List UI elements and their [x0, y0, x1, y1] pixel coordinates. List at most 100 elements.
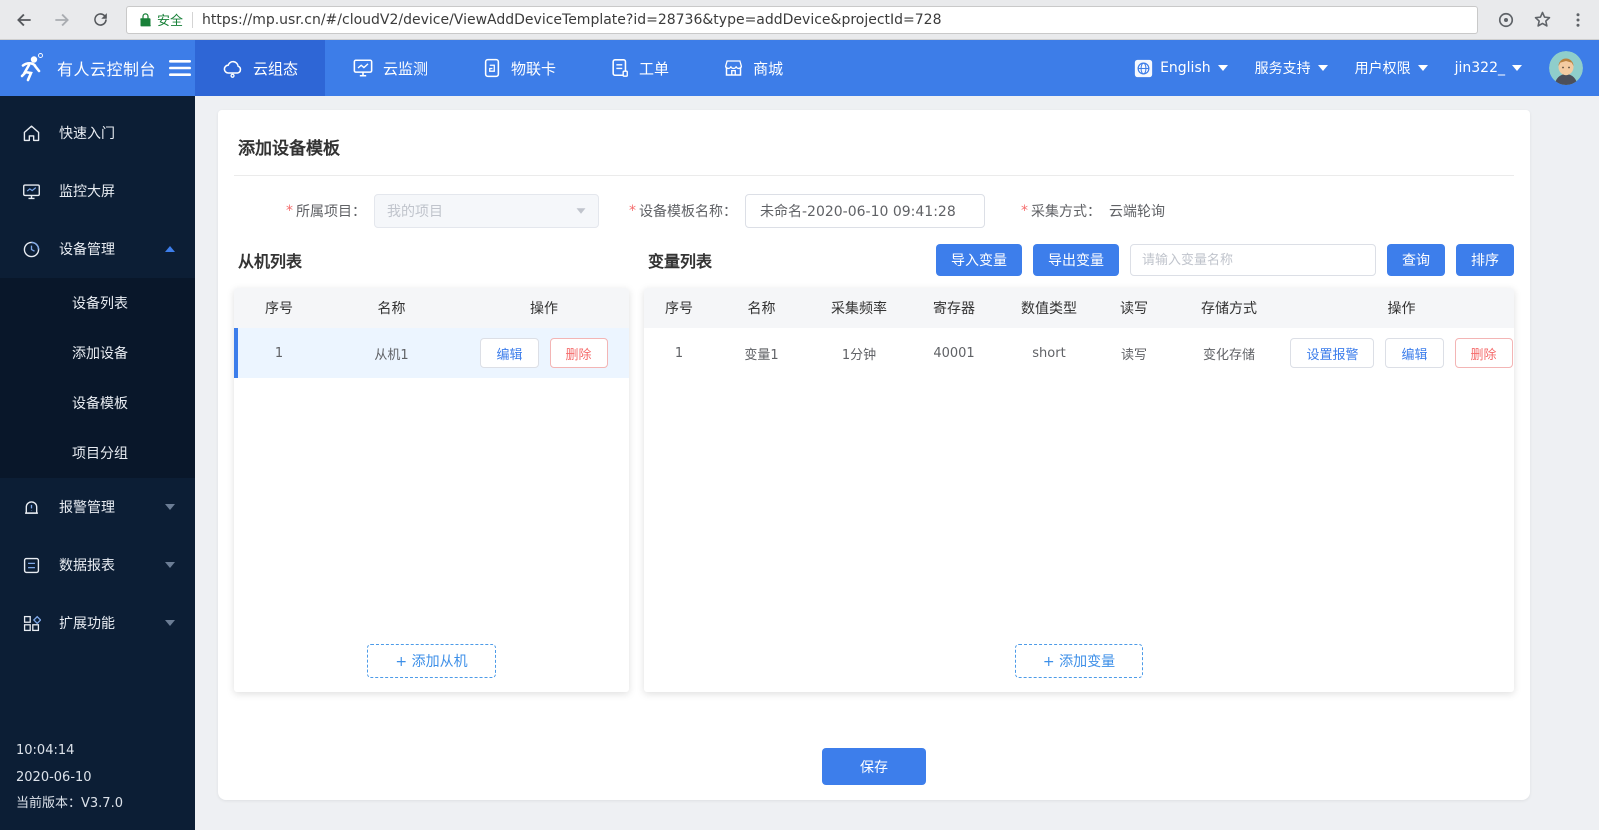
nav-item-label: 工单 — [639, 58, 669, 79]
column-header: 名称 — [324, 298, 459, 318]
url-text[interactable]: https://mp.usr.cn/#/cloudV2/device/ViewA… — [202, 12, 941, 28]
table-row[interactable]: 1 变量1 1分钟 40001 short 读写 变化存储 设置报警 编辑 删除 — [644, 328, 1514, 378]
username-label: jin322_ — [1455, 60, 1505, 76]
variable-name: 变量1 — [714, 344, 809, 363]
nav-item-label: 云组态 — [253, 58, 298, 79]
device-clock-icon — [22, 240, 41, 259]
slave-list-panel: 序号 名称 操作 1 从机1 编辑 删除 + 添加从机 — [234, 288, 629, 692]
permission-menu[interactable]: 用户权限 — [1355, 58, 1428, 78]
query-button[interactable]: 查询 — [1387, 244, 1445, 276]
sidebar-item-label: 报警管理 — [59, 497, 115, 517]
browser-menu-icon[interactable] — [1569, 11, 1587, 29]
chevron-down-icon — [1512, 65, 1522, 71]
column-header: 名称 — [714, 298, 809, 318]
chevron-down-icon — [165, 620, 175, 626]
add-slave-button[interactable]: + 添加从机 — [367, 644, 495, 678]
monitor-chart-icon — [352, 58, 374, 78]
forward-icon[interactable] — [50, 8, 74, 32]
submenu-item-project-group[interactable]: 项目分组 — [0, 428, 195, 478]
slave-index: 1 — [234, 346, 324, 361]
required-mark: * — [286, 203, 293, 219]
support-menu[interactable]: 服务支持 — [1255, 58, 1328, 78]
hamburger-icon[interactable] — [169, 59, 191, 77]
bookmark-star-icon[interactable] — [1532, 9, 1553, 30]
delete-slave-button[interactable]: 删除 — [550, 338, 608, 368]
collect-mode-label: 采集方式： — [1031, 201, 1101, 221]
add-template-card: 添加设备模板 * 所属项目： 我的项目 * 设备模板名称： — [218, 110, 1530, 800]
column-header: 存储方式 — [1169, 298, 1289, 318]
variable-search-input[interactable] — [1130, 244, 1376, 276]
delete-variable-button[interactable]: 删除 — [1455, 338, 1513, 368]
sidebar-item-label: 监控大屏 — [59, 181, 115, 201]
variable-storage: 变化存储 — [1169, 344, 1289, 363]
submenu-item-add-device[interactable]: 添加设备 — [0, 328, 195, 378]
address-bar[interactable]: 安全 https://mp.usr.cn/#/cloudV2/device/Vi… — [126, 6, 1478, 34]
submenu-item-label: 设备模板 — [72, 393, 128, 413]
chevron-down-icon — [1218, 65, 1228, 71]
variable-list-panel: 序号 名称 采集频率 寄存器 数值类型 读写 存储方式 操作 1 变量1 — [644, 288, 1514, 692]
nav-item-label: 商城 — [753, 58, 783, 79]
edit-slave-button[interactable]: 编辑 — [480, 338, 538, 368]
sidebar-item-quick-start[interactable]: 快速入门 — [0, 104, 195, 162]
project-select[interactable]: 我的项目 — [374, 194, 599, 228]
project-select-value: 我的项目 — [387, 201, 443, 221]
slave-table-header: 序号 名称 操作 — [234, 288, 629, 328]
extensions-grid-icon — [22, 614, 41, 633]
column-header: 序号 — [644, 298, 714, 318]
nav-item-work-order[interactable]: 工单 — [583, 40, 696, 96]
import-variables-button[interactable]: 导入变量 — [936, 244, 1022, 276]
page-title: 添加设备模板 — [234, 132, 1514, 176]
sort-button[interactable]: 排序 — [1456, 244, 1514, 276]
project-label: 所属项目： — [296, 201, 366, 221]
template-name-input[interactable] — [745, 194, 985, 228]
alarm-bell-icon — [22, 498, 41, 517]
secure-indicator[interactable]: 安全 — [139, 10, 183, 29]
sidebar-item-device-management[interactable]: 设备管理 — [0, 220, 195, 278]
support-label: 服务支持 — [1255, 58, 1311, 78]
sidebar-item-alarm-management[interactable]: 报警管理 — [0, 478, 195, 536]
column-header: 操作 — [1289, 298, 1514, 318]
nav-item-cloud-scada[interactable]: 云组态 — [195, 40, 325, 96]
browser-chrome: 安全 https://mp.usr.cn/#/cloudV2/device/Vi… — [0, 0, 1599, 40]
work-order-icon — [610, 58, 630, 78]
sim-card-icon — [482, 58, 502, 78]
main-content: 添加设备模板 * 所属项目： 我的项目 * 设备模板名称： — [195, 96, 1599, 830]
table-row[interactable]: 1 从机1 编辑 删除 — [234, 328, 629, 378]
variable-index: 1 — [644, 346, 714, 361]
cloud-icon — [222, 58, 244, 78]
nav-item-label: 物联卡 — [511, 58, 556, 79]
edit-variable-button[interactable]: 编辑 — [1385, 338, 1443, 368]
back-icon[interactable] — [12, 8, 36, 32]
save-button[interactable]: 保存 — [822, 748, 926, 785]
user-menu[interactable]: jin322_ — [1455, 60, 1522, 76]
set-alarm-button[interactable]: 设置报警 — [1290, 338, 1374, 368]
column-header: 寄存器 — [909, 298, 999, 318]
variable-table-header: 序号 名称 采集频率 寄存器 数值类型 读写 存储方式 操作 — [644, 288, 1514, 328]
secure-label: 安全 — [157, 10, 183, 29]
sidebar-footer: 10:04:14 2020-06-10 当前版本：V3.7.0 — [0, 738, 195, 830]
add-variable-button[interactable]: + 添加变量 — [1015, 644, 1143, 678]
sidebar-item-label: 数据报表 — [59, 555, 115, 575]
reload-icon[interactable] — [88, 8, 112, 32]
slave-name: 从机1 — [324, 344, 459, 363]
collect-mode-value: 云端轮询 — [1109, 201, 1165, 221]
chevron-down-icon — [1418, 65, 1428, 71]
nav-item-mall[interactable]: 商城 — [696, 40, 810, 96]
required-mark: * — [1021, 203, 1028, 219]
export-variables-button[interactable]: 导出变量 — [1033, 244, 1119, 276]
submenu-item-device-list[interactable]: 设备列表 — [0, 278, 195, 328]
language-selector[interactable]: English — [1134, 59, 1228, 78]
brand[interactable]: 有人云控制台 — [0, 40, 195, 96]
variable-register: 40001 — [909, 346, 999, 361]
sidebar-item-big-screen[interactable]: 监控大屏 — [0, 162, 195, 220]
nav-item-cloud-monitor[interactable]: 云监测 — [325, 40, 455, 96]
nav-item-iot-card[interactable]: 物联卡 — [455, 40, 583, 96]
page-target-icon[interactable] — [1496, 10, 1516, 30]
variable-frequency: 1分钟 — [809, 344, 909, 363]
sidebar-item-extensions[interactable]: 扩展功能 — [0, 594, 195, 652]
sidebar-item-data-report[interactable]: 数据报表 — [0, 536, 195, 594]
submenu-item-device-template[interactable]: 设备模板 — [0, 378, 195, 428]
brand-title: 有人云控制台 — [57, 56, 156, 80]
avatar[interactable] — [1549, 51, 1583, 85]
language-label: English — [1160, 60, 1211, 76]
